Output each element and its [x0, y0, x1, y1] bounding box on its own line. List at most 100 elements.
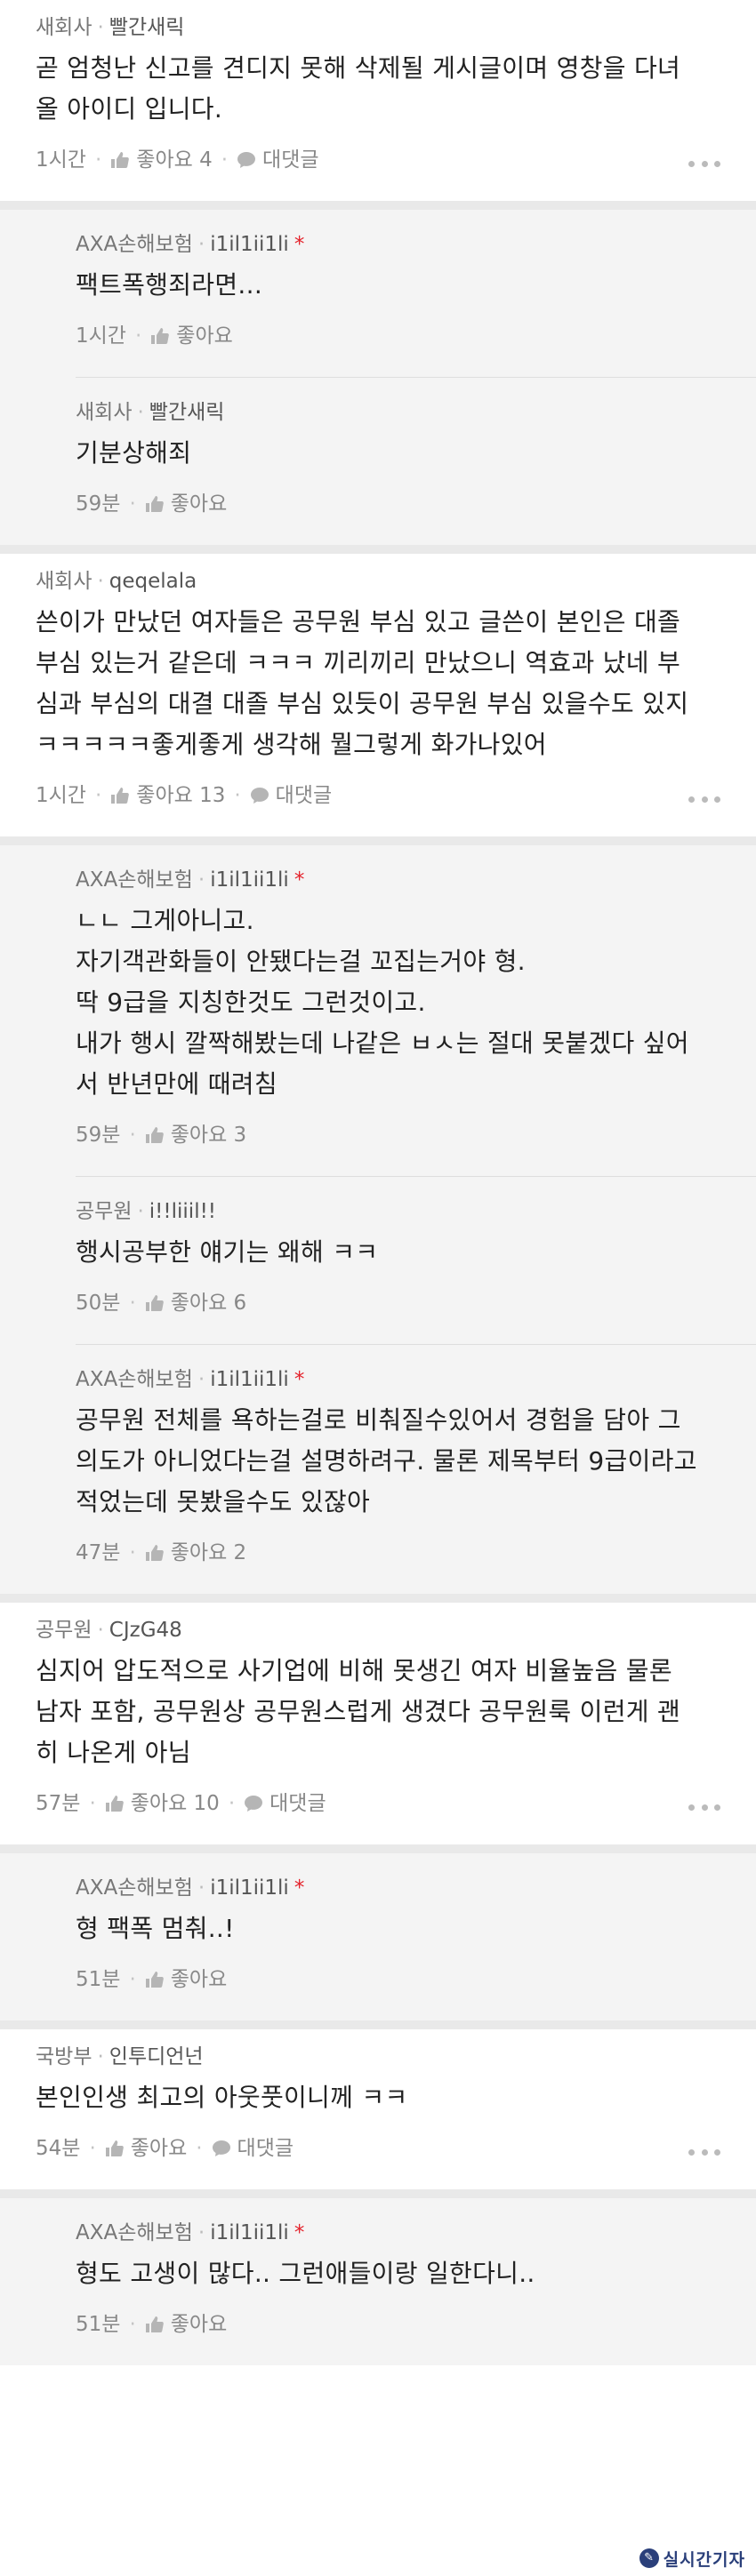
- comment-time: 59분: [76, 492, 121, 516]
- reply-comment: 공무원 · i!!liiil!! 행시공부한 얘기는 왜해 ㅋㅋ 50분 · 좋아요 6: [0, 1177, 756, 1344]
- more-options-button[interactable]: [688, 155, 720, 172]
- thumbs-up-icon: [150, 319, 170, 358]
- more-options-button[interactable]: [688, 2143, 720, 2161]
- author-badge: *: [294, 1368, 305, 1391]
- action-separator: ·: [94, 148, 102, 172]
- reply-comment: AXA손해보험 · i1il1ii1li * 형도 고생이 많다.. 그런애들이랑 일한…: [0, 2198, 756, 2365]
- speech-bubble-icon: [244, 1787, 263, 1826]
- comment-actions: 59분 · 좋아요: [76, 484, 720, 524]
- thumbs-up-icon: [110, 143, 130, 182]
- comment-time: 57분: [36, 1792, 81, 1815]
- reply-button[interactable]: 대댓글: [250, 776, 332, 818]
- author-org[interactable]: AXA손해보험: [76, 2221, 193, 2244]
- author-org[interactable]: AXA손해보험: [76, 1368, 193, 1391]
- like-count: 3: [233, 1124, 247, 1147]
- action-separator: ·: [129, 1292, 136, 1315]
- more-dot-icon: [701, 160, 708, 167]
- comment-body: 쓴이가 만났던 여자들은 공무원 부심 있고 글쓴이 본인은 대졸 부심 있는거…: [36, 607, 689, 759]
- author-org[interactable]: AXA손해보험: [76, 868, 193, 892]
- comment-body: ㄴㄴ 그게아니고. 자기객관화들이 안됐다는걸 꼬집는거야 형. 딱 9급을 지…: [76, 906, 689, 1099]
- reply-label: 대댓글: [262, 148, 319, 172]
- comment-body: 곧 엄청난 신고를 견디지 못해 삭제될 게시글이며 영창을 다녀 올 아이디 …: [36, 53, 681, 124]
- author-org[interactable]: 국방부: [36, 2045, 92, 2068]
- like-label: 좋아요: [170, 2313, 228, 2336]
- like-label: 좋아요: [170, 1124, 228, 1147]
- thread-divider: [0, 836, 756, 845]
- action-separator: ·: [89, 2137, 96, 2160]
- more-options-button[interactable]: [688, 790, 720, 808]
- author-org[interactable]: 공무원: [36, 1619, 92, 1642]
- action-separator: ·: [129, 2313, 136, 2336]
- author-org[interactable]: AXA손해보험: [76, 1876, 193, 1900]
- comment-feed: 새회사 · 빨간새릭 곧 엄청난 신고를 견디지 못해 삭제될 게시글이며 영창을 다…: [0, 0, 756, 2365]
- reply-button[interactable]: 대댓글: [244, 1784, 326, 1826]
- author-nickname[interactable]: i1il1ii1li: [210, 2221, 289, 2244]
- author-nickname[interactable]: i!!liiil!!: [149, 1200, 216, 1223]
- author-nickname[interactable]: i1il1ii1li: [210, 1876, 289, 1900]
- like-button[interactable]: 좋아요: [145, 484, 227, 526]
- author-nickname[interactable]: i1il1ii1li: [210, 868, 289, 892]
- reply-label: 대댓글: [237, 2137, 294, 2160]
- thread-divider: [0, 201, 756, 210]
- comment-meta: AXA손해보험 · i1il1ii1li *: [76, 2220, 720, 2246]
- like-label: 좋아요: [136, 148, 193, 172]
- author-nickname[interactable]: i1il1ii1li: [210, 233, 289, 256]
- like-label: 좋아요: [170, 1968, 228, 1991]
- like-count: 6: [233, 1292, 247, 1315]
- like-button[interactable]: 좋아요 4: [110, 140, 213, 182]
- author-org[interactable]: 공무원: [76, 1200, 132, 1223]
- author-nickname[interactable]: i1il1ii1li: [210, 1368, 289, 1391]
- meta-separator: ·: [197, 1368, 205, 1391]
- like-button[interactable]: 좋아요 6: [145, 1284, 246, 1325]
- author-org[interactable]: 새회사: [76, 401, 132, 424]
- author-org[interactable]: AXA손해보험: [76, 233, 193, 256]
- reply-button[interactable]: 대댓글: [212, 2129, 294, 2171]
- author-badge: *: [294, 868, 305, 892]
- like-label: 좋아요: [170, 492, 228, 516]
- author-nickname[interactable]: qeqelala: [109, 570, 197, 593]
- more-dot-icon: [701, 2148, 708, 2156]
- comment-spacer: [36, 1823, 720, 1844]
- reply-comment: 새회사 · 빨간새릭 기분상해죄 59분 · 좋아요: [0, 378, 756, 545]
- author-nickname[interactable]: 인투디언넌: [109, 2045, 204, 2068]
- author-nickname[interactable]: 빨간새릭: [149, 401, 225, 424]
- like-button[interactable]: 좋아요 2: [145, 1533, 246, 1575]
- meta-separator: ·: [97, 570, 104, 593]
- comment-meta: 새회사 · 빨간새릭: [76, 399, 720, 426]
- thumbs-up-icon: [145, 1118, 165, 1157]
- action-separator: ·: [129, 492, 136, 516]
- action-separator: ·: [89, 1792, 96, 1815]
- comment-meta: 새회사 · qeqelala: [36, 568, 720, 595]
- like-button[interactable]: 좋아요 10: [105, 1784, 220, 1826]
- action-separator: ·: [129, 1541, 136, 1564]
- author-badge: *: [294, 1876, 305, 1900]
- like-button[interactable]: 좋아요 13: [110, 776, 225, 818]
- like-button[interactable]: 좋아요: [105, 2129, 187, 2171]
- like-button[interactable]: 좋아요 3: [145, 1116, 246, 1157]
- thumbs-up-icon: [145, 2308, 165, 2347]
- more-options-button[interactable]: [688, 1798, 720, 1816]
- comment-body: 공무원 전체를 욕하는걸로 비춰질수있어서 경험을 담아 그 의도가 아니었다는…: [76, 1405, 697, 1516]
- comment-meta: 새회사 · 빨간새릭: [36, 14, 720, 41]
- like-button[interactable]: 좋아요: [150, 316, 233, 358]
- more-dot-icon: [688, 2148, 695, 2156]
- like-button[interactable]: 좋아요: [145, 1960, 227, 2002]
- comment-actions: 59분 · 좋아요 3: [76, 1116, 720, 1155]
- author-org[interactable]: 새회사: [36, 16, 92, 39]
- author-org[interactable]: 새회사: [36, 570, 92, 593]
- speech-bubble-icon: [212, 2132, 231, 2171]
- author-nickname[interactable]: CJzG48: [109, 1619, 182, 1642]
- thread-divider: [0, 1594, 756, 1603]
- thread-divider: [0, 545, 756, 554]
- comment-time: 51분: [76, 1968, 121, 1991]
- like-button[interactable]: 좋아요: [145, 2305, 227, 2347]
- comment-meta: 공무원 · CJzG48: [36, 1617, 720, 1644]
- reply-comment: AXA손해보험 · i1il1ii1li * 팩트폭행죄라면... 1시간 · 좋아요: [0, 210, 756, 377]
- thumbs-up-icon: [105, 1787, 125, 1826]
- author-nickname[interactable]: 빨간새릭: [109, 16, 185, 39]
- author-badge: *: [294, 233, 305, 256]
- comment-actions: 1시간 · 좋아요: [76, 316, 720, 356]
- reply-button[interactable]: 대댓글: [237, 140, 319, 182]
- meta-separator: ·: [97, 2045, 104, 2068]
- watermark-logo-icon: ✎: [639, 2548, 659, 2568]
